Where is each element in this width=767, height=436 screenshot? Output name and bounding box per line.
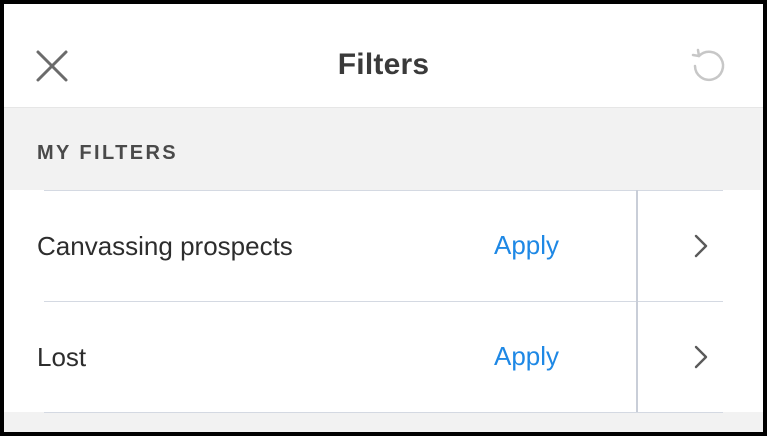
- header-bar: Filters: [4, 4, 763, 108]
- filter-name: Canvassing prospects: [37, 231, 293, 261]
- page-title: Filters: [337, 48, 430, 81]
- row-separator: [44, 412, 723, 413]
- filter-list: Canvassing prospects Apply Lost Apply: [4, 190, 763, 413]
- list-item: Lost Apply: [4, 301, 763, 412]
- reset-icon: [691, 48, 725, 82]
- details-button[interactable]: [638, 190, 763, 301]
- section-header: MY FILTERS: [4, 108, 763, 190]
- section-title: MY FILTERS: [37, 142, 179, 164]
- reset-button[interactable]: [684, 42, 732, 90]
- filter-name: Lost: [37, 342, 87, 372]
- apply-button[interactable]: Apply: [494, 341, 559, 372]
- chevron-right-icon: [694, 234, 707, 257]
- list-bottom-separator: [4, 412, 763, 413]
- list-item: Canvassing prospects Apply: [4, 190, 763, 301]
- filters-screen: Filters MY FILTERS Canvassing prospects …: [0, 0, 767, 436]
- row-separator: [44, 190, 723, 191]
- details-button[interactable]: [638, 301, 763, 412]
- row-separator: [44, 301, 723, 302]
- apply-button[interactable]: Apply: [494, 230, 559, 261]
- chevron-right-icon: [694, 345, 707, 368]
